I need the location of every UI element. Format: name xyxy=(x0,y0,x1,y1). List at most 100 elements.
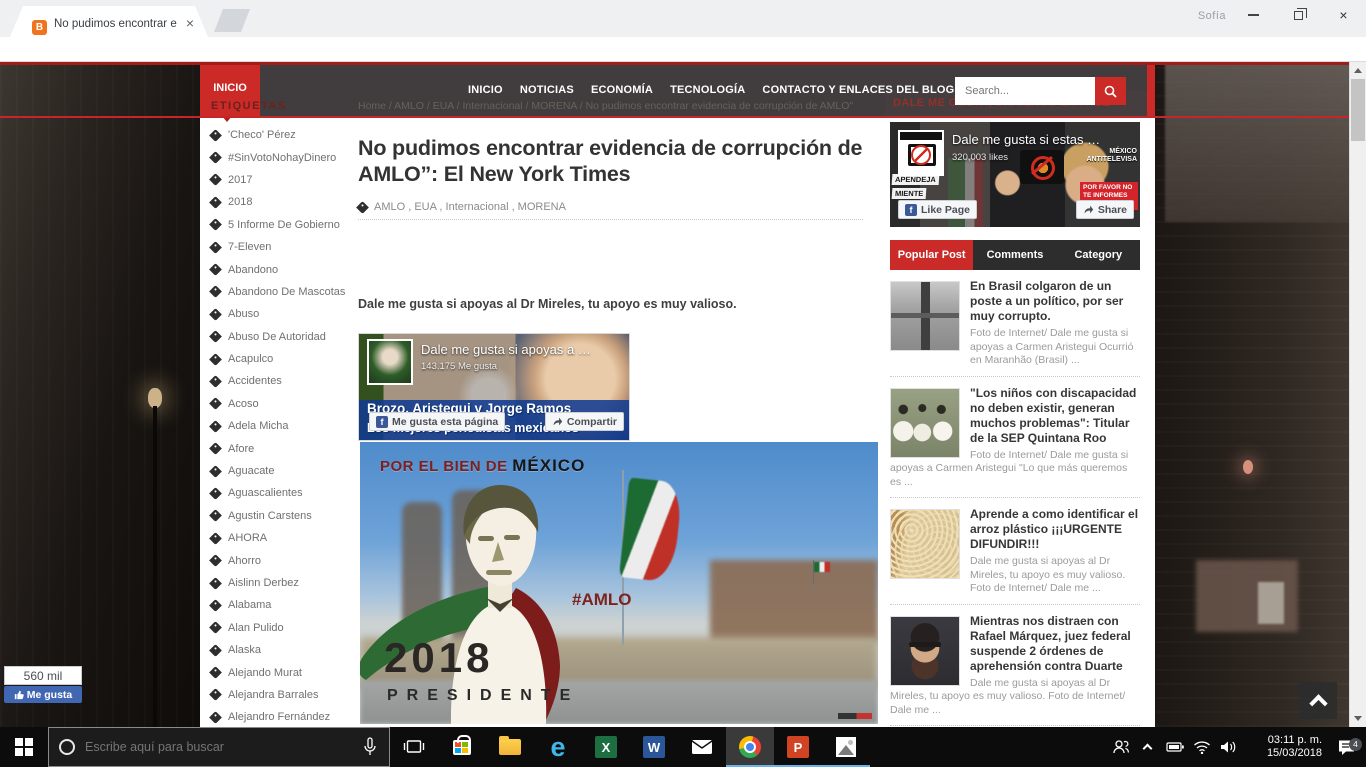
tag-label[interactable]: Abuso De Autoridad xyxy=(228,331,326,343)
tag-item[interactable]: Aguascalientes xyxy=(211,482,330,504)
tag-item[interactable]: AHORA xyxy=(211,527,330,549)
tag-label[interactable]: Abandono De Mascotas xyxy=(228,286,345,298)
tag-label[interactable]: Alejandro Fernández xyxy=(228,711,330,723)
task-view-button[interactable] xyxy=(390,727,438,767)
tag-item[interactable]: 'Checo' Pérez xyxy=(211,124,330,146)
tag-item[interactable]: Adela Micha xyxy=(211,415,330,437)
edge-button[interactable]: e xyxy=(534,727,582,767)
tag-label[interactable]: Abuso xyxy=(228,308,259,320)
taskbar-search-input[interactable] xyxy=(75,740,363,754)
tag-item[interactable]: Aguacate xyxy=(211,460,330,482)
window-restore-button[interactable] xyxy=(1276,0,1321,30)
photos-button[interactable] xyxy=(822,727,870,767)
people-button[interactable] xyxy=(1107,739,1134,755)
nav-item[interactable]: INICIO xyxy=(468,84,503,96)
tag-item[interactable]: Acapulco xyxy=(211,348,330,370)
window-minimize-button[interactable] xyxy=(1231,0,1276,30)
nav-item[interactable]: TECNOLOGÍA xyxy=(670,84,745,96)
post-thumbnail[interactable] xyxy=(890,388,960,458)
sidebar-tab[interactable]: Popular Post xyxy=(890,240,973,270)
tag-item[interactable]: Afore xyxy=(211,437,330,459)
tag-label[interactable]: AHORA xyxy=(228,532,267,544)
tag-label[interactable]: Agustin Carstens xyxy=(228,510,312,522)
volume-indicator[interactable] xyxy=(1215,740,1242,754)
tag-label[interactable]: 2018 xyxy=(228,196,252,208)
tag-label[interactable]: Adela Micha xyxy=(228,420,289,432)
facebook-page-avatar[interactable] xyxy=(898,130,944,176)
excel-button[interactable]: X xyxy=(582,727,630,767)
scrollbar-thumb[interactable] xyxy=(1351,79,1365,141)
tag-label[interactable]: 7-Eleven xyxy=(228,241,271,253)
tag-label[interactable]: 2017 xyxy=(228,174,252,186)
tag-item[interactable]: Alejando Murat xyxy=(211,661,330,683)
tag-item[interactable]: Alejandra Barrales xyxy=(211,684,330,706)
article-labels[interactable]: AMLO , EUA , Internacional , MORENA xyxy=(374,201,566,213)
close-tab-icon[interactable]: × xyxy=(186,16,194,30)
facebook-page-avatar[interactable] xyxy=(367,339,413,385)
battery-indicator[interactable] xyxy=(1161,742,1188,752)
nav-item[interactable]: CONTACTO Y ENLACES DEL BLOG xyxy=(762,84,954,96)
post-thumbnail[interactable] xyxy=(890,616,960,686)
nav-item[interactable]: NOTICIAS xyxy=(520,84,574,96)
site-search-button[interactable] xyxy=(1095,77,1126,105)
tag-label[interactable]: Alabama xyxy=(228,599,271,611)
tag-item[interactable]: Alaska xyxy=(211,639,330,661)
tag-item[interactable]: Agustin Carstens xyxy=(211,505,330,527)
popular-post-item[interactable]: Mientras nos distraen con Rafael Márquez… xyxy=(890,605,1140,727)
tag-label[interactable]: 'Checo' Pérez xyxy=(228,129,296,141)
tag-item[interactable]: Alabama xyxy=(211,594,330,616)
facebook-share-button[interactable]: Share xyxy=(1076,200,1134,219)
popular-post-item[interactable]: "Los niños con discapacidad no deben exi… xyxy=(890,377,1140,499)
tag-item[interactable]: Aislinn Derbez xyxy=(211,572,330,594)
tag-label[interactable]: Alejandra Barrales xyxy=(228,689,319,701)
start-button[interactable] xyxy=(0,727,48,767)
tag-item[interactable]: 5 Informe De Gobierno xyxy=(211,214,330,236)
tag-item[interactable]: 2017 xyxy=(211,169,330,191)
tag-item[interactable]: Abandono De Mascotas xyxy=(211,281,330,303)
tag-label[interactable]: Aislinn Derbez xyxy=(228,577,299,589)
taskbar-clock[interactable]: 03:11 p. m. 15/03/2018 xyxy=(1242,734,1326,760)
tag-label[interactable]: Abandono xyxy=(228,264,278,276)
tag-label[interactable]: #SinVotoNohayDinero xyxy=(228,152,336,164)
tag-item[interactable]: #SinVotoNohayDinero xyxy=(211,146,330,168)
wifi-indicator[interactable] xyxy=(1188,740,1215,754)
tag-label[interactable]: Aguacate xyxy=(228,465,274,477)
nav-item[interactable]: ECONOMÍA xyxy=(591,84,653,96)
tag-item[interactable]: Abuso xyxy=(211,303,330,325)
tag-label[interactable]: 5 Informe De Gobierno xyxy=(228,219,340,231)
tag-item[interactable]: Alan Pulido xyxy=(211,617,330,639)
tag-item[interactable]: Alejandro Fernández xyxy=(211,706,330,727)
file-explorer-button[interactable] xyxy=(486,727,534,767)
me-gusta-button[interactable]: Me gusta xyxy=(4,686,82,703)
tag-label[interactable]: Afore xyxy=(228,443,254,455)
new-tab-button[interactable] xyxy=(214,9,250,32)
popular-post-item[interactable]: Aprende a como identificar el arroz plás… xyxy=(890,498,1140,605)
popular-post-item[interactable]: En Brasil colgaron de un poste a un polí… xyxy=(890,270,1140,377)
tag-label[interactable]: Aguascalientes xyxy=(228,487,303,499)
browser-tab[interactable]: B No pudimos encontrar e × xyxy=(10,6,208,37)
post-thumbnail[interactable] xyxy=(890,281,960,351)
facebook-page-title[interactable]: Dale me gusta si apoyas a … xyxy=(421,342,591,357)
taskbar-search-box[interactable] xyxy=(48,727,390,767)
tag-item[interactable]: Acoso xyxy=(211,393,330,415)
sidebar-tab[interactable]: Category xyxy=(1057,240,1140,270)
post-thumbnail[interactable] xyxy=(890,509,960,579)
store-button[interactable] xyxy=(438,727,486,767)
article-image[interactable]: POR EL BIEN DE MÉXICO #AMLO 2018 PRESIDE… xyxy=(360,442,878,724)
tag-item[interactable]: 2018 xyxy=(211,191,330,213)
site-search-input[interactable] xyxy=(955,77,1095,105)
facebook-like-page-button[interactable]: f Me gusta esta página xyxy=(369,412,505,431)
page-scrollbar[interactable] xyxy=(1349,62,1366,727)
facebook-share-button[interactable]: Compartir xyxy=(545,412,624,431)
tray-expand-button[interactable] xyxy=(1134,742,1161,752)
scroll-down-arrow[interactable] xyxy=(1354,716,1362,721)
tag-label[interactable]: Ahorro xyxy=(228,555,261,567)
facebook-like-page-button[interactable]: f Like Page xyxy=(898,200,977,219)
powerpoint-button[interactable]: P xyxy=(774,727,822,767)
back-to-top-button[interactable] xyxy=(1299,682,1337,719)
tag-item[interactable]: Accidentes xyxy=(211,370,330,392)
tag-label[interactable]: Accidentes xyxy=(228,375,282,387)
breadcrumb[interactable]: Home / AMLO / EUA / Internacional / MORE… xyxy=(358,100,878,112)
sidebar-tab[interactable]: Comments xyxy=(973,240,1056,270)
tag-label[interactable]: Acoso xyxy=(228,398,259,410)
